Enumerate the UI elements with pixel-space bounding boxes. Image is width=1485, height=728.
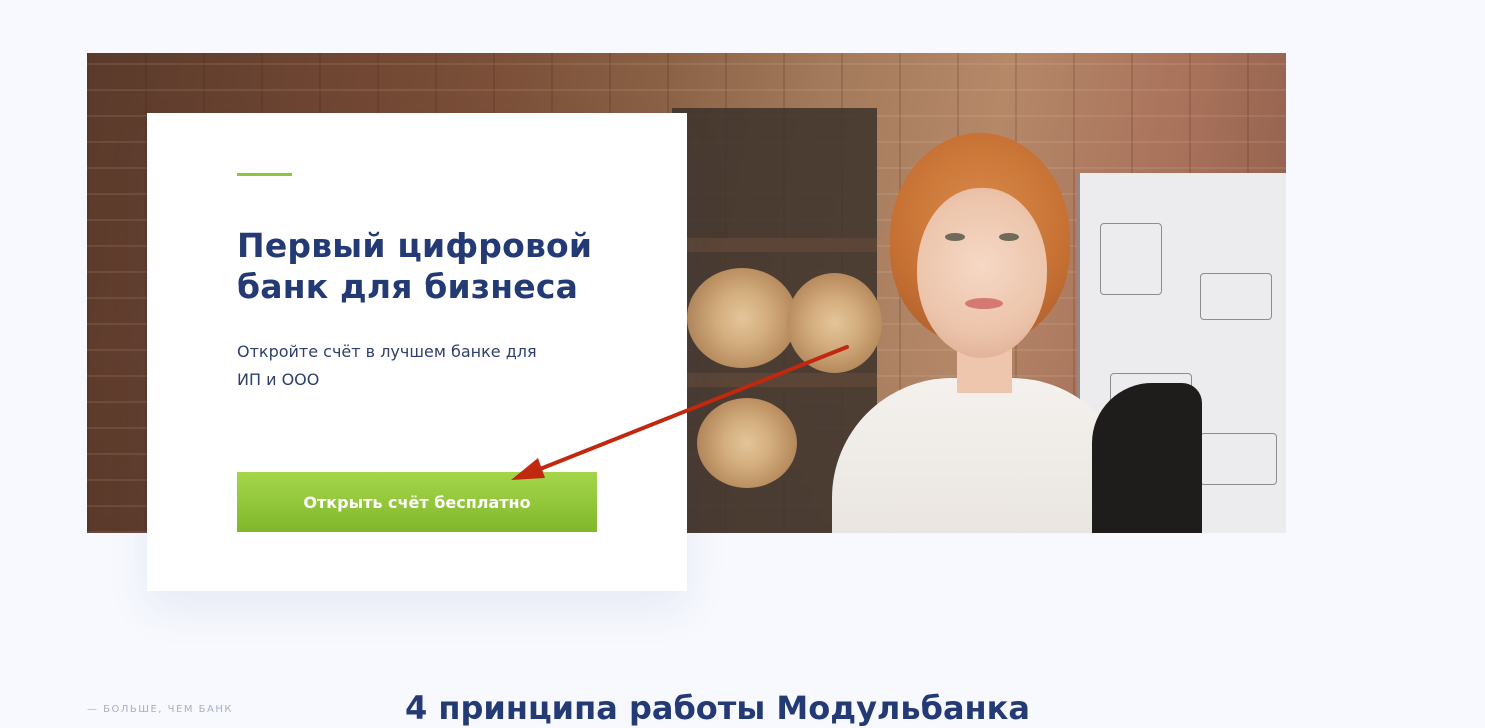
accent-line [237,173,292,176]
woman-portrait [802,133,1222,533]
open-account-button[interactable]: Открыть счёт бесплатно [237,472,597,532]
blouse [832,378,1132,533]
wood-slice [697,398,797,488]
promo-card: Первый цифровой банк для бизнеса Откройт… [147,113,687,591]
face [917,188,1047,358]
section-eyebrow: — БОЛЬШЕ, ЧЕМ БАНК [87,704,233,715]
wood-slice [687,268,797,368]
lips [965,298,1003,309]
cardigan [1092,383,1202,533]
eye [999,233,1019,241]
hero-subtitle: Откройте счёт в лучшем банке для ИП и ОО… [237,342,537,389]
section-title: 4 принципа работы Модульбанка [405,689,1030,727]
eye [945,233,965,241]
hero-title: Первый цифровой банк для бизнеса [237,226,593,306]
